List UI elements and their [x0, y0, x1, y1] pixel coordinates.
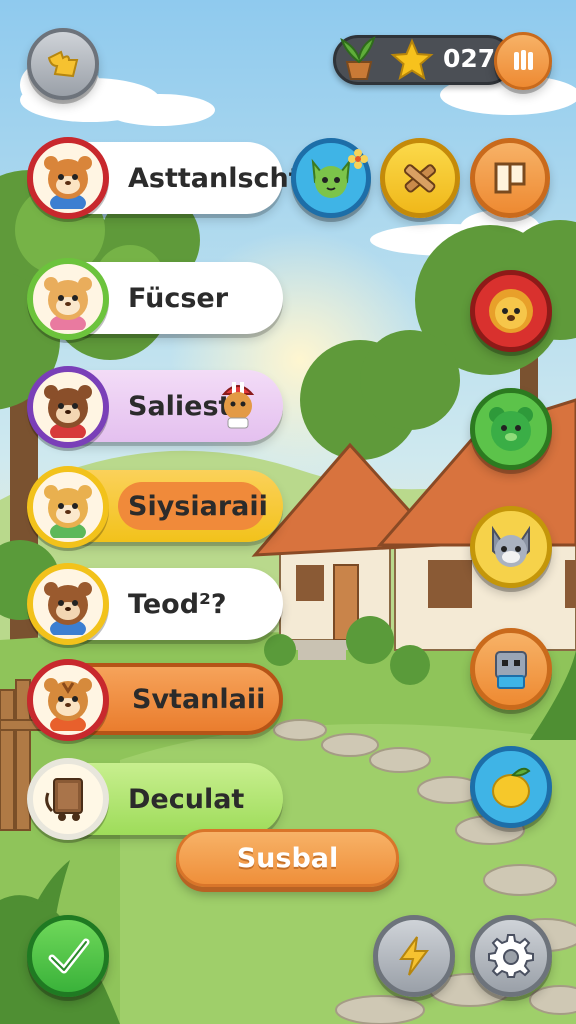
star-icon — [390, 38, 434, 82]
settings-button[interactable] — [470, 915, 552, 997]
cat-grey-character-button[interactable] — [470, 506, 552, 588]
menu-item-label: Teod²? — [128, 588, 227, 620]
lightning-icon — [399, 936, 429, 976]
checkmark-icon — [48, 938, 90, 974]
flower-icon — [347, 148, 369, 170]
pause-button[interactable] — [494, 32, 552, 90]
green-bear-icon — [489, 407, 533, 451]
menu-item-label: Asttanlscht — [128, 162, 302, 194]
lion-character-button[interactable] — [470, 270, 552, 352]
pause-icon — [514, 50, 533, 70]
hamster-avatar — [27, 366, 109, 448]
hamster-avatar — [27, 137, 109, 219]
lemon-icon — [492, 767, 531, 808]
menu-item-label: Fücser — [128, 282, 229, 314]
book-icon — [45, 778, 83, 821]
tools-button[interactable] — [380, 138, 460, 218]
lion-icon — [489, 289, 533, 333]
lightning-button[interactable] — [373, 915, 455, 997]
primary-action-button[interactable]: Susbal — [176, 829, 399, 887]
lemon-button[interactable] — [470, 746, 552, 828]
hamster-chef-icon — [214, 378, 262, 434]
star-count: 027 — [443, 44, 496, 73]
book-avatar — [27, 758, 109, 840]
plant-icon — [336, 32, 382, 82]
back-button[interactable] — [27, 28, 99, 100]
grey-cat-icon — [492, 525, 530, 567]
frog-character-button[interactable] — [470, 388, 552, 470]
board-button[interactable] — [470, 138, 550, 218]
hamster-avatar — [27, 466, 109, 548]
menu-item-label: Svtanlaii — [132, 683, 266, 715]
robot-icon — [495, 651, 527, 689]
puzzle-icon — [47, 50, 79, 78]
hamster-avatar — [27, 659, 109, 741]
menu-item-label: Siysiaraii — [128, 490, 268, 522]
robot-button[interactable] — [470, 628, 552, 710]
confirm-button[interactable] — [27, 915, 109, 997]
hammer-icon — [403, 164, 437, 193]
hamster-avatar — [27, 563, 109, 645]
gear-icon — [488, 934, 534, 978]
menu-item-label: Deculat — [128, 783, 245, 815]
hamster-avatar — [27, 258, 109, 340]
board-icon — [494, 162, 526, 194]
